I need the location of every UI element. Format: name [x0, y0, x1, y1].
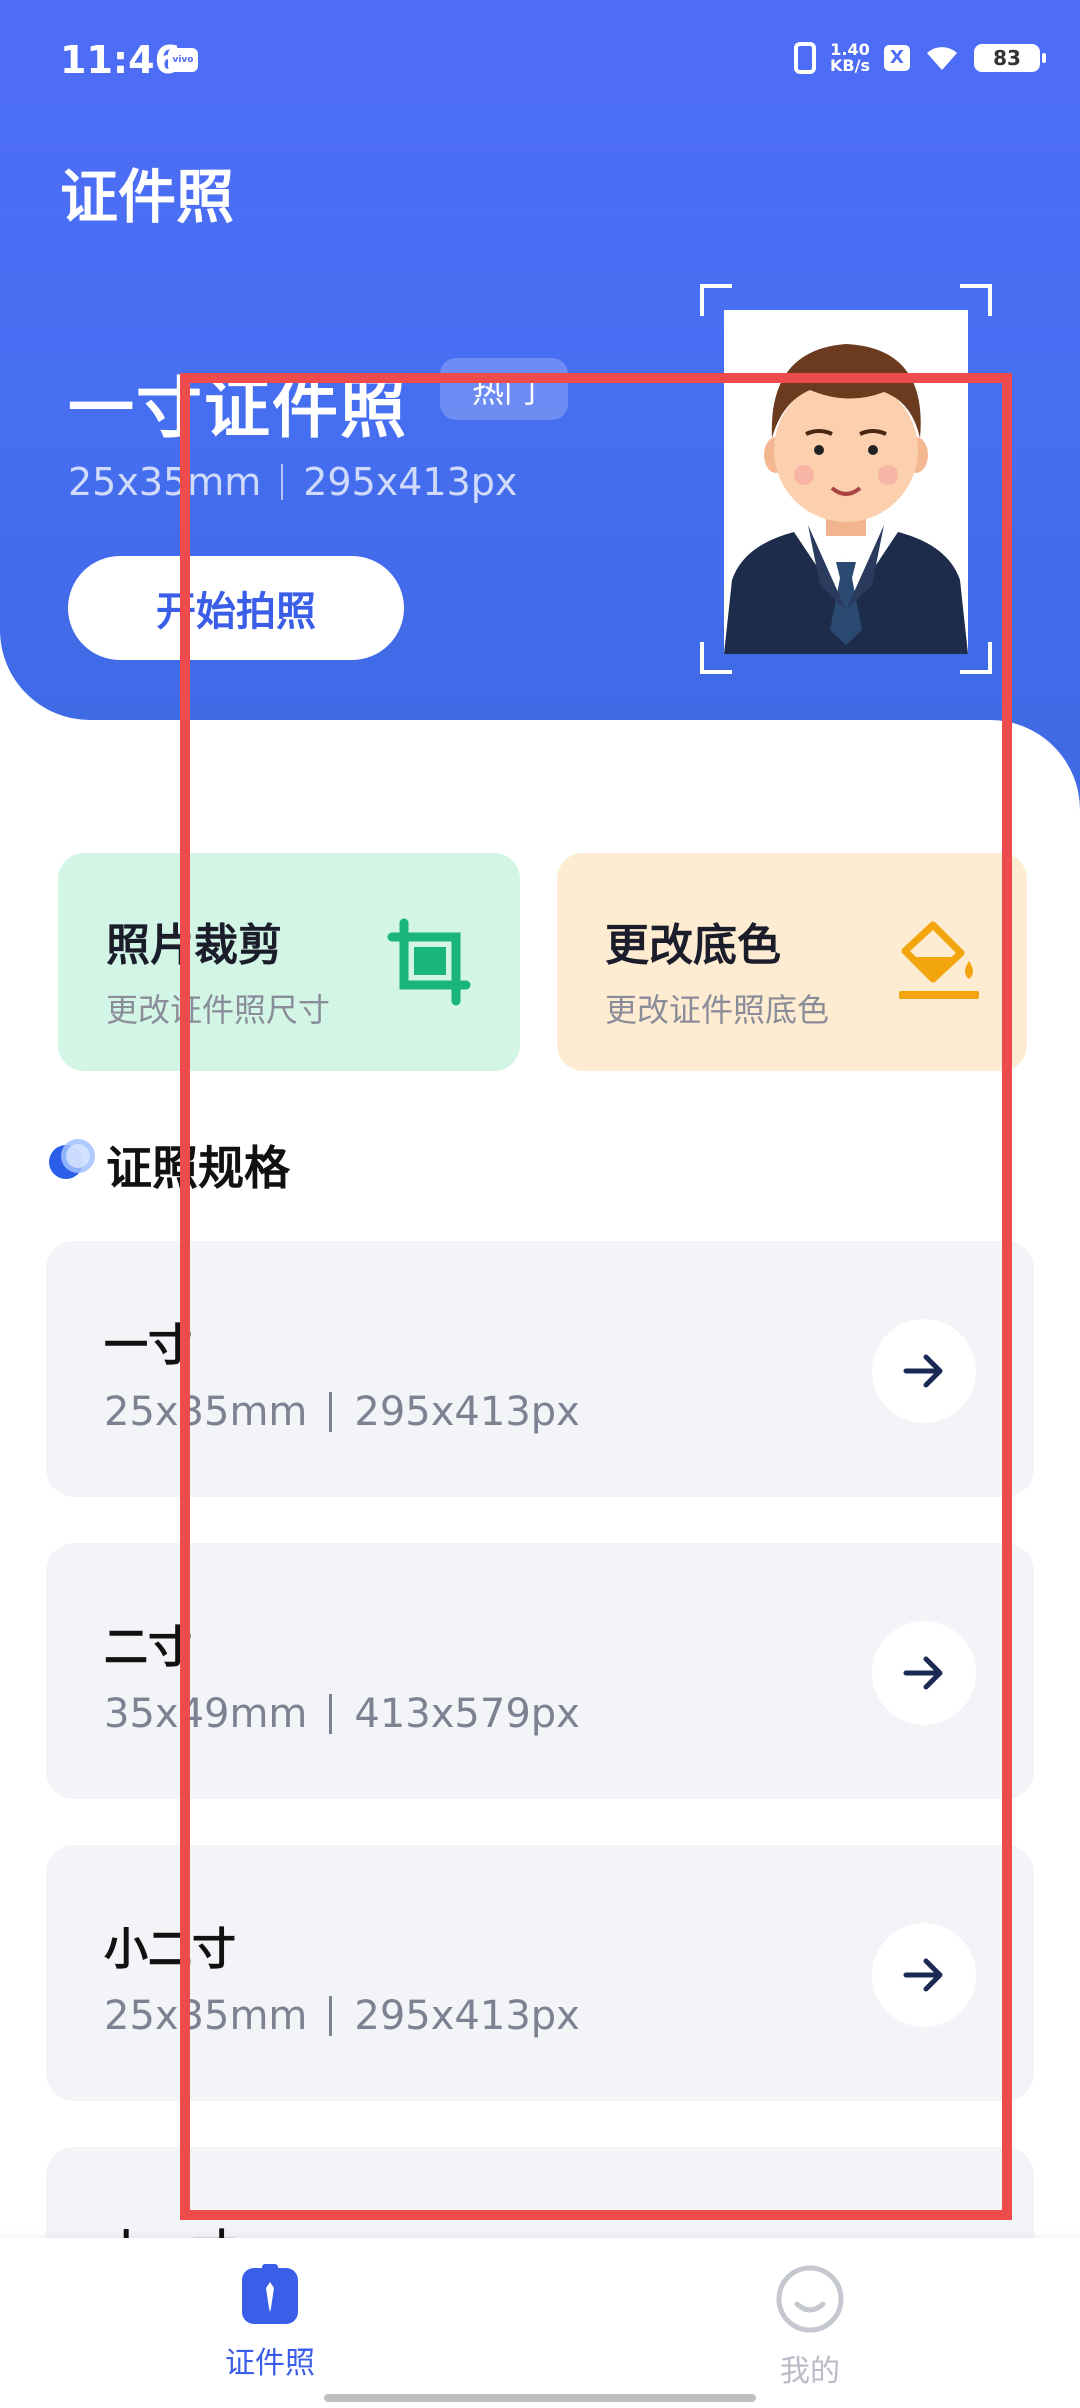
- feature-title: 照片裁剪: [106, 920, 282, 971]
- net-speed-unit: KB/s: [830, 56, 870, 75]
- network-speed: 1.40 KB/s: [830, 42, 870, 74]
- spec-name: 二寸: [104, 1622, 192, 1673]
- divider: [329, 1996, 333, 2036]
- change-background-card[interactable]: 更改底色 更改证件照底色: [557, 853, 1027, 1071]
- tab-label: 证件照: [225, 2346, 315, 2381]
- hero-size: 25x35mm 295x413px: [68, 460, 517, 504]
- spec-name: 一寸: [104, 1320, 192, 1371]
- section-title: 证照规格: [106, 1141, 290, 1195]
- smile-face-icon: [776, 2265, 844, 2333]
- sample-portrait-image: [724, 310, 968, 654]
- spec-size: 25x35mm 295x413px: [104, 1389, 580, 1435]
- page-title: 证件照: [60, 163, 235, 231]
- feature-title: 更改底色: [605, 920, 781, 971]
- feature-subtitle: 更改证件照底色: [605, 991, 830, 1029]
- bottom-tab-bar: 证件照 我的: [0, 2238, 1080, 2408]
- divider: [329, 1392, 333, 1432]
- paint-bucket-icon: [899, 921, 979, 999]
- tab-label: 我的: [780, 2354, 840, 2389]
- wifi-icon: [927, 47, 957, 70]
- feature-subtitle: 更改证件照尺寸: [106, 991, 331, 1029]
- start-photo-button[interactable]: 开始拍照: [68, 556, 404, 660]
- hero-title: 一寸证件照: [68, 370, 408, 447]
- spec-size-mm: 35x49mm: [104, 1691, 308, 1737]
- spec-size: 35x49mm 413x579px: [104, 1691, 580, 1737]
- spec-item[interactable]: 二寸 35x49mm 413x579px: [46, 1543, 1034, 1799]
- arrow-right-icon[interactable]: [872, 1923, 976, 2027]
- battery-icon: 83: [974, 44, 1046, 72]
- home-indicator[interactable]: [324, 2394, 756, 2402]
- hero-size-mm: 25x35mm: [68, 460, 262, 504]
- hot-badge: 热门: [440, 358, 569, 420]
- divider: [329, 1694, 333, 1734]
- crop-icon: [387, 918, 471, 1006]
- x-notification-icon: X: [884, 45, 910, 71]
- spec-size-mm: 25x35mm: [104, 1993, 308, 2039]
- vibrate-icon: [794, 42, 817, 74]
- status-time: 11:46: [60, 38, 181, 82]
- spec-size: 25x35mm 295x413px: [104, 1993, 580, 2039]
- spec-item[interactable]: 小二寸 25x35mm 295x413px: [46, 1845, 1034, 2101]
- spec-item[interactable]: 一寸 25x35mm 295x413px: [46, 1241, 1034, 1497]
- tab-id-photo[interactable]: 证件照: [170, 2264, 370, 2382]
- arrow-right-icon[interactable]: [872, 1621, 976, 1725]
- portrait-frame: [700, 284, 992, 674]
- section-title-icon: [49, 1139, 95, 1179]
- id-photo-icon: [242, 2264, 298, 2324]
- arrow-right-icon[interactable]: [872, 1319, 976, 1423]
- spec-name: 小二寸: [104, 1924, 236, 1975]
- photo-crop-card[interactable]: 照片裁剪 更改证件照尺寸: [58, 853, 520, 1071]
- tab-mine[interactable]: 我的: [710, 2264, 910, 2390]
- divider: [281, 464, 284, 500]
- spec-size-mm: 25x35mm: [104, 1389, 308, 1435]
- hero-size-px: 295x413px: [303, 460, 518, 504]
- spec-size-px: 295x413px: [354, 1993, 580, 2039]
- vivo-icon: vivo: [168, 48, 198, 72]
- status-bar: 11:46 vivo 1.40 KB/s X 83: [0, 38, 1080, 88]
- spec-size-px: 295x413px: [354, 1389, 580, 1435]
- spec-size-px: 413x579px: [354, 1691, 580, 1737]
- status-icons: 1.40 KB/s X 83: [794, 42, 1046, 74]
